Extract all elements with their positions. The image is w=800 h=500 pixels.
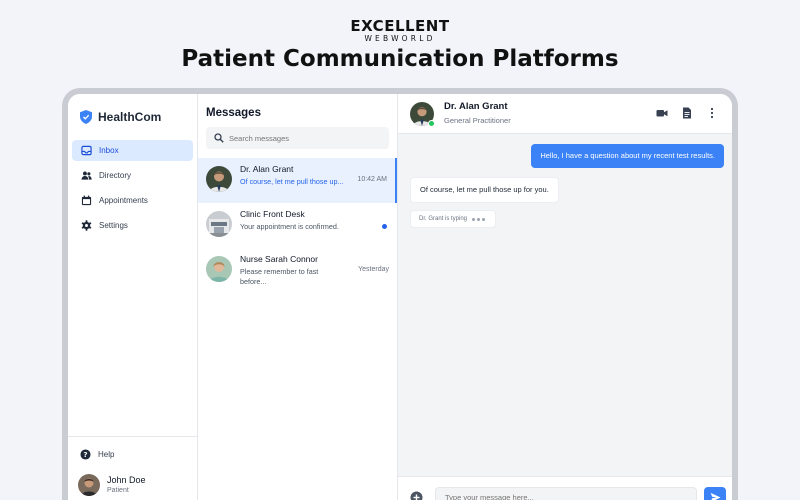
thread-name: Clinic Front Desk bbox=[240, 209, 305, 219]
sidebar-item-inbox[interactable]: Inbox bbox=[72, 140, 193, 161]
unread-dot bbox=[382, 224, 387, 229]
user-role: Patient bbox=[107, 486, 129, 494]
message-composer bbox=[398, 476, 732, 500]
search-input[interactable] bbox=[229, 133, 379, 143]
thread-item[interactable]: Clinic Front Desk Your appointment is co… bbox=[198, 203, 397, 248]
brand-logo: EXCELLENT WEBWORLD bbox=[0, 18, 800, 43]
sidebar-item-label: Settings bbox=[99, 221, 128, 230]
avatar bbox=[206, 256, 232, 282]
typing-indicator: Dr. Grant is typing bbox=[410, 210, 497, 228]
chat-panel: Dr. Alan Grant General Practitioner Hell… bbox=[398, 94, 732, 500]
app-window: HealthCom Inbox Directory Appointments S… bbox=[68, 94, 732, 500]
inbox-icon bbox=[81, 145, 92, 156]
messages-panel: Messages Search messages Dr. Alan Grant … bbox=[198, 94, 398, 500]
svg-text:?: ? bbox=[83, 450, 87, 459]
thread-list: Dr. Alan Grant Of course, let me pull th… bbox=[198, 158, 397, 293]
sidebar-item-label: Inbox bbox=[99, 146, 119, 155]
nurse-avatar-image bbox=[206, 256, 232, 282]
sidebar-item-directory[interactable]: Directory bbox=[72, 165, 193, 186]
thread-item[interactable]: Nurse Sarah Connor Please remember to fa… bbox=[198, 248, 397, 293]
device-frame: HealthCom Inbox Directory Appointments S… bbox=[62, 88, 738, 500]
thread-time: 10:42 AM bbox=[357, 176, 387, 183]
sidebar-item-label: Directory bbox=[99, 171, 132, 180]
app-logo[interactable]: HealthCom bbox=[68, 94, 197, 128]
thread-preview: Your appointment is confirmed. bbox=[240, 222, 339, 231]
search-box[interactable] bbox=[206, 127, 389, 149]
message-input[interactable] bbox=[435, 486, 697, 500]
send-icon bbox=[710, 492, 721, 500]
brand-name: EXCELLENT bbox=[350, 17, 450, 35]
avatar bbox=[78, 474, 100, 496]
help-icon: ? bbox=[80, 449, 91, 460]
chat-header: Dr. Alan Grant General Practitioner bbox=[398, 94, 732, 134]
thread-preview: Of course, let me pull those up... bbox=[240, 177, 344, 186]
brand-tagline: WEBWORLD bbox=[364, 34, 436, 43]
avatar bbox=[206, 211, 232, 237]
user-avatar-image bbox=[78, 474, 100, 496]
thread-time: Yesterday bbox=[358, 266, 389, 273]
help-link[interactable]: ? Help bbox=[68, 437, 198, 460]
help-label: Help bbox=[98, 450, 115, 459]
messages-title: Messages bbox=[206, 107, 261, 119]
sidebar-item-label: Appointments bbox=[99, 196, 148, 205]
gear-icon bbox=[81, 220, 92, 231]
clinic-avatar-image bbox=[206, 211, 232, 237]
message-incoming: Of course, let me pull those up for you. bbox=[410, 177, 559, 203]
send-button[interactable] bbox=[704, 487, 726, 500]
thread-item[interactable]: Dr. Alan Grant Of course, let me pull th… bbox=[198, 158, 397, 203]
typing-dots-icon bbox=[472, 217, 487, 221]
sidebar-item-settings[interactable]: Settings bbox=[72, 215, 193, 236]
avatar bbox=[206, 166, 232, 192]
sidebar-footer: ? Help John Doe Patient bbox=[68, 436, 198, 500]
sidebar: HealthCom Inbox Directory Appointments S… bbox=[68, 94, 198, 500]
user-profile[interactable]: John Doe Patient bbox=[68, 460, 198, 496]
online-status-dot bbox=[428, 119, 435, 127]
thread-name: Nurse Sarah Connor bbox=[240, 254, 318, 264]
calendar-icon bbox=[81, 195, 92, 206]
people-icon bbox=[81, 171, 92, 180]
sidebar-item-appointments[interactable]: Appointments bbox=[72, 190, 193, 211]
more-options-icon[interactable] bbox=[706, 107, 718, 119]
video-call-icon[interactable] bbox=[656, 107, 668, 119]
sidebar-nav: Inbox Directory Appointments Settings bbox=[68, 140, 197, 236]
message-outgoing: Hello, I have a question about my recent… bbox=[531, 144, 724, 168]
chat-actions bbox=[643, 107, 718, 119]
thread-name: Dr. Alan Grant bbox=[240, 164, 294, 174]
shield-icon bbox=[80, 109, 92, 124]
app-name: HealthCom bbox=[98, 109, 162, 124]
doctor-avatar-image bbox=[206, 166, 232, 192]
contact-name: Dr. Alan Grant bbox=[444, 101, 508, 112]
avatar[interactable] bbox=[410, 101, 435, 127]
thread-preview: Please remember to fast before... bbox=[240, 267, 319, 286]
contact-role: General Practitioner bbox=[444, 116, 511, 125]
document-icon[interactable] bbox=[681, 107, 693, 119]
user-name: John Doe bbox=[107, 474, 146, 485]
search-icon bbox=[214, 133, 224, 143]
typing-text: Dr. Grant is typing bbox=[419, 216, 468, 222]
page-headline: Patient Communication Platforms bbox=[181, 46, 619, 72]
add-attachment-icon[interactable] bbox=[410, 491, 423, 500]
